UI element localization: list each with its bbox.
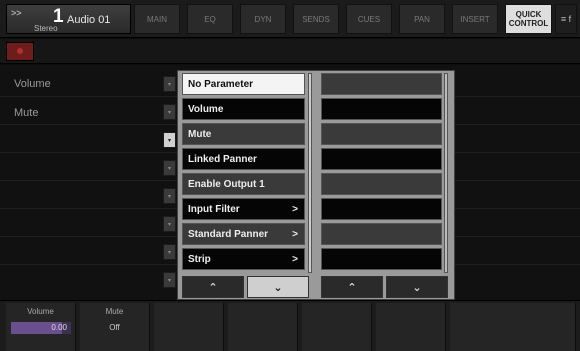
scroll-up-button[interactable]: ⌃ (182, 276, 244, 298)
tab-pan[interactable]: PAN (399, 4, 445, 34)
qc-slot-mute[interactable]: Mute Off (80, 303, 150, 351)
submenu-cell (321, 223, 442, 245)
record-icon (17, 48, 23, 54)
popup-item-label: Enable Output 1 (188, 178, 265, 190)
popup-scrollbar[interactable] (308, 73, 312, 273)
mute-value: Off (109, 323, 120, 332)
qc-slot-empty[interactable] (302, 303, 372, 351)
param-select-button[interactable]: ▾ (163, 272, 176, 288)
popup-item-label: Strip (188, 253, 211, 265)
volume-bar[interactable]: 0.00 (11, 322, 71, 334)
param-select-button[interactable]: ▾ (163, 216, 176, 232)
popup-item-label: Volume (188, 103, 224, 115)
chevron-down-icon: ⌄ (412, 281, 422, 294)
popup-item-label: Mute (188, 128, 212, 140)
tab-cues[interactable]: CUES (346, 4, 392, 34)
submenu-cell (321, 248, 442, 270)
popup-item-linked-panner[interactable]: Linked Panner (182, 148, 305, 170)
popup-item-volume[interactable]: Volume (182, 98, 305, 120)
chevron-up-icon: ⌃ (208, 281, 218, 294)
chevron-down-icon: ▾ (167, 165, 171, 172)
param-select-button[interactable]: ▾ (163, 244, 176, 260)
channel-name: Audio 01 (67, 14, 111, 26)
popup-item-input-filter[interactable]: Input Filter > (182, 198, 305, 220)
param-select-button[interactable]: ▾ (163, 188, 176, 204)
popup-item-strip[interactable]: Strip > (182, 248, 305, 270)
menu-button[interactable]: ≡ f (555, 4, 577, 34)
tab-eq[interactable]: EQ (187, 4, 233, 34)
submenu-cell (321, 198, 442, 220)
channel-selector[interactable]: >> 1 Stereo Audio 01 (6, 4, 131, 34)
qc-slot-label: Mute (105, 307, 124, 316)
param-select-button[interactable]: ▾ (163, 160, 176, 176)
submenu-cell (321, 173, 442, 195)
chevron-down-icon: ▾ (167, 277, 171, 284)
chevron-right-icon: > (292, 204, 298, 215)
expand-arrow-icon[interactable]: >> (11, 8, 22, 18)
quick-control-strip: Volume 0.00 Mute Off (0, 300, 580, 351)
parameter-popup: No Parameter Volume Mute Linked Panner E… (177, 70, 455, 300)
qc-slot-volume[interactable]: Volume 0.00 (6, 303, 76, 351)
submenu-scrollbar[interactable] (444, 73, 448, 273)
tab-insert[interactable]: INSERT (452, 4, 498, 34)
volume-value: 0.00 (51, 323, 67, 332)
qc-slot-empty[interactable] (228, 303, 298, 351)
chevron-down-icon: ▾ (167, 137, 171, 144)
popup-item-enable-output-1[interactable]: Enable Output 1 (182, 173, 305, 195)
chevron-down-icon: ▾ (167, 221, 171, 228)
chevron-right-icon: > (292, 254, 298, 265)
qc-slot-empty[interactable] (376, 303, 446, 351)
popup-item-label: Standard Panner (188, 228, 269, 240)
param-select-button[interactable]: ▾ (163, 132, 176, 148)
submenu-scroll-up-button[interactable]: ⌃ (321, 276, 383, 298)
tab-dyn[interactable]: DYN (240, 4, 286, 34)
chevron-up-icon: ⌃ (347, 281, 357, 294)
chevron-right-icon: > (292, 229, 298, 240)
sub-bar (0, 39, 580, 64)
param-select-button[interactable]: ▾ (163, 104, 176, 120)
channel-type: Stereo (34, 24, 58, 33)
popup-item-label: Input Filter (188, 203, 240, 215)
scroll-down-button[interactable]: ⌄ (247, 276, 309, 298)
chevron-down-icon: ▾ (167, 249, 171, 256)
submenu-cell (321, 148, 442, 170)
chevron-down-icon: ▾ (167, 109, 171, 116)
popup-item-label: Linked Panner (188, 153, 257, 165)
qc-slot-label: Volume (27, 307, 54, 316)
tab-quick-control[interactable]: QUICK CONTROL (505, 4, 552, 34)
qc-slot-empty[interactable] (154, 303, 224, 351)
popup-item-mute[interactable]: Mute (182, 123, 305, 145)
chevron-down-icon: ▾ (167, 193, 171, 200)
param-select-button[interactable]: ▾ (163, 76, 176, 92)
record-button[interactable] (6, 42, 34, 61)
tab-main[interactable]: MAIN (134, 4, 180, 34)
tab-sends[interactable]: SENDS (293, 4, 339, 34)
quick-control-panel: Volume Mute ▾ ▾ ▾ ▾ ▾ ▾ ▾ ▾ No Parameter… (0, 65, 580, 300)
submenu-scroll-down-button[interactable]: ⌄ (386, 276, 448, 298)
popup-item-standard-panner[interactable]: Standard Panner > (182, 223, 305, 245)
popup-item-label: No Parameter (188, 78, 254, 90)
submenu-cell (321, 98, 442, 120)
qc-slot-empty[interactable] (506, 303, 576, 351)
chevron-down-icon: ⌄ (273, 281, 283, 294)
submenu-cell (321, 73, 442, 95)
top-bar: >> 1 Stereo Audio 01 MAIN EQ DYN SENDS C… (0, 0, 580, 38)
submenu-cell (321, 123, 442, 145)
param-label-volume: Volume (14, 78, 51, 90)
chevron-down-icon: ▾ (167, 81, 171, 88)
popup-item-no-parameter[interactable]: No Parameter (182, 73, 305, 95)
param-label-mute: Mute (14, 107, 39, 119)
